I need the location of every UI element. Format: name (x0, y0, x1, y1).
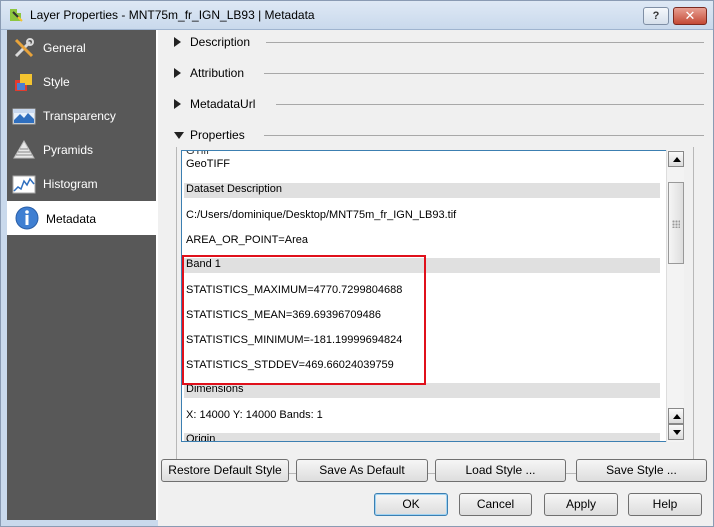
pyramid-icon (13, 140, 35, 159)
metadata-panel: Description Attribution MetadataUrl Prop… (158, 30, 714, 527)
help-title-button[interactable]: ? (643, 7, 669, 25)
expand-arrow-icon[interactable] (174, 37, 181, 47)
group-attribution[interactable]: Attribution (174, 64, 704, 82)
ok-button[interactable]: OK (374, 493, 448, 516)
qgis-logo-icon (10, 9, 23, 22)
sidebar-item-pyramids[interactable]: Pyramids (7, 133, 156, 167)
group-label: Properties (190, 128, 245, 142)
paint-icon (15, 74, 32, 91)
close-button[interactable]: ✕ (673, 7, 707, 25)
list-item: AREA_OR_POINT=Area (186, 234, 308, 246)
restore-default-style-button[interactable]: Restore Default Style (161, 459, 289, 482)
save-as-default-button[interactable]: Save As Default (296, 459, 428, 482)
group-properties[interactable]: Properties (174, 126, 704, 144)
sidebar-item-label: Pyramids (43, 143, 94, 157)
properties-scrollbar[interactable] (666, 150, 684, 442)
group-label: Attribution (190, 66, 245, 80)
group-divider (266, 42, 704, 43)
group-divider (264, 73, 704, 74)
group-label: Description (190, 35, 251, 49)
chevron-up-icon (673, 414, 681, 419)
group-description[interactable]: Description (174, 33, 704, 51)
grip-icon (672, 220, 680, 228)
sidebar-item-label: Histogram (43, 177, 98, 191)
annotation-highlight-box (182, 255, 426, 385)
sidebar-item-style[interactable]: Style (7, 65, 156, 99)
scroll-thumb[interactable] (668, 182, 684, 264)
title-bar[interactable]: Layer Properties - MNT75m_fr_IGN_LB93 | … (0, 0, 714, 30)
sidebar-item-general[interactable]: General (7, 31, 156, 65)
expand-arrow-icon[interactable] (174, 68, 181, 78)
list-section-header: Dataset Description (184, 183, 660, 198)
collapse-arrow-icon[interactable] (174, 132, 184, 139)
sidebar: General Style Transparency Pyramids Hist… (7, 30, 156, 520)
cancel-button[interactable]: Cancel (459, 493, 532, 516)
save-style-button[interactable]: Save Style ... (576, 459, 707, 482)
list-section-header: Origin (184, 433, 660, 441)
info-icon (15, 206, 39, 230)
sidebar-item-metadata[interactable]: Metadata (7, 201, 156, 235)
list-section-header: Dimensions (184, 383, 660, 398)
sidebar-item-label: General (43, 41, 86, 55)
list-item: GeoTIFF (186, 158, 231, 170)
sidebar-item-label: Style (43, 75, 70, 89)
group-metadataurl[interactable]: MetadataUrl (174, 95, 704, 113)
scroll-down-button[interactable] (668, 424, 684, 440)
help-button[interactable]: Help (628, 493, 702, 516)
window-frame-bottom (0, 520, 158, 527)
histogram-icon (12, 175, 36, 194)
apply-button[interactable]: Apply (544, 493, 618, 516)
expand-arrow-icon[interactable] (174, 99, 181, 109)
load-style-button[interactable]: Load Style ... (435, 459, 566, 482)
chevron-down-icon (673, 430, 681, 435)
window-title: Layer Properties - MNT75m_fr_IGN_LB93 | … (30, 8, 315, 22)
scroll-up-button-lower[interactable] (668, 408, 684, 424)
list-item: C:/Users/dominique/Desktop/MNT75m_fr_IGN… (186, 209, 457, 221)
scroll-up-button[interactable] (668, 151, 684, 167)
wrench-screwdriver-icon (14, 38, 34, 58)
sidebar-item-transparency[interactable]: Transparency (7, 99, 156, 133)
list-item: X: 14000 Y: 14000 Bands: 1 (186, 409, 323, 421)
transparency-icon (12, 108, 36, 125)
group-label: MetadataUrl (190, 97, 256, 111)
group-divider (276, 104, 704, 105)
sidebar-item-label: Transparency (43, 109, 116, 123)
window-frame-left (0, 30, 7, 527)
chevron-up-icon (673, 157, 681, 162)
group-divider (264, 135, 704, 136)
sidebar-item-label: Metadata (46, 212, 97, 226)
sidebar-item-histogram[interactable]: Histogram (7, 167, 156, 201)
